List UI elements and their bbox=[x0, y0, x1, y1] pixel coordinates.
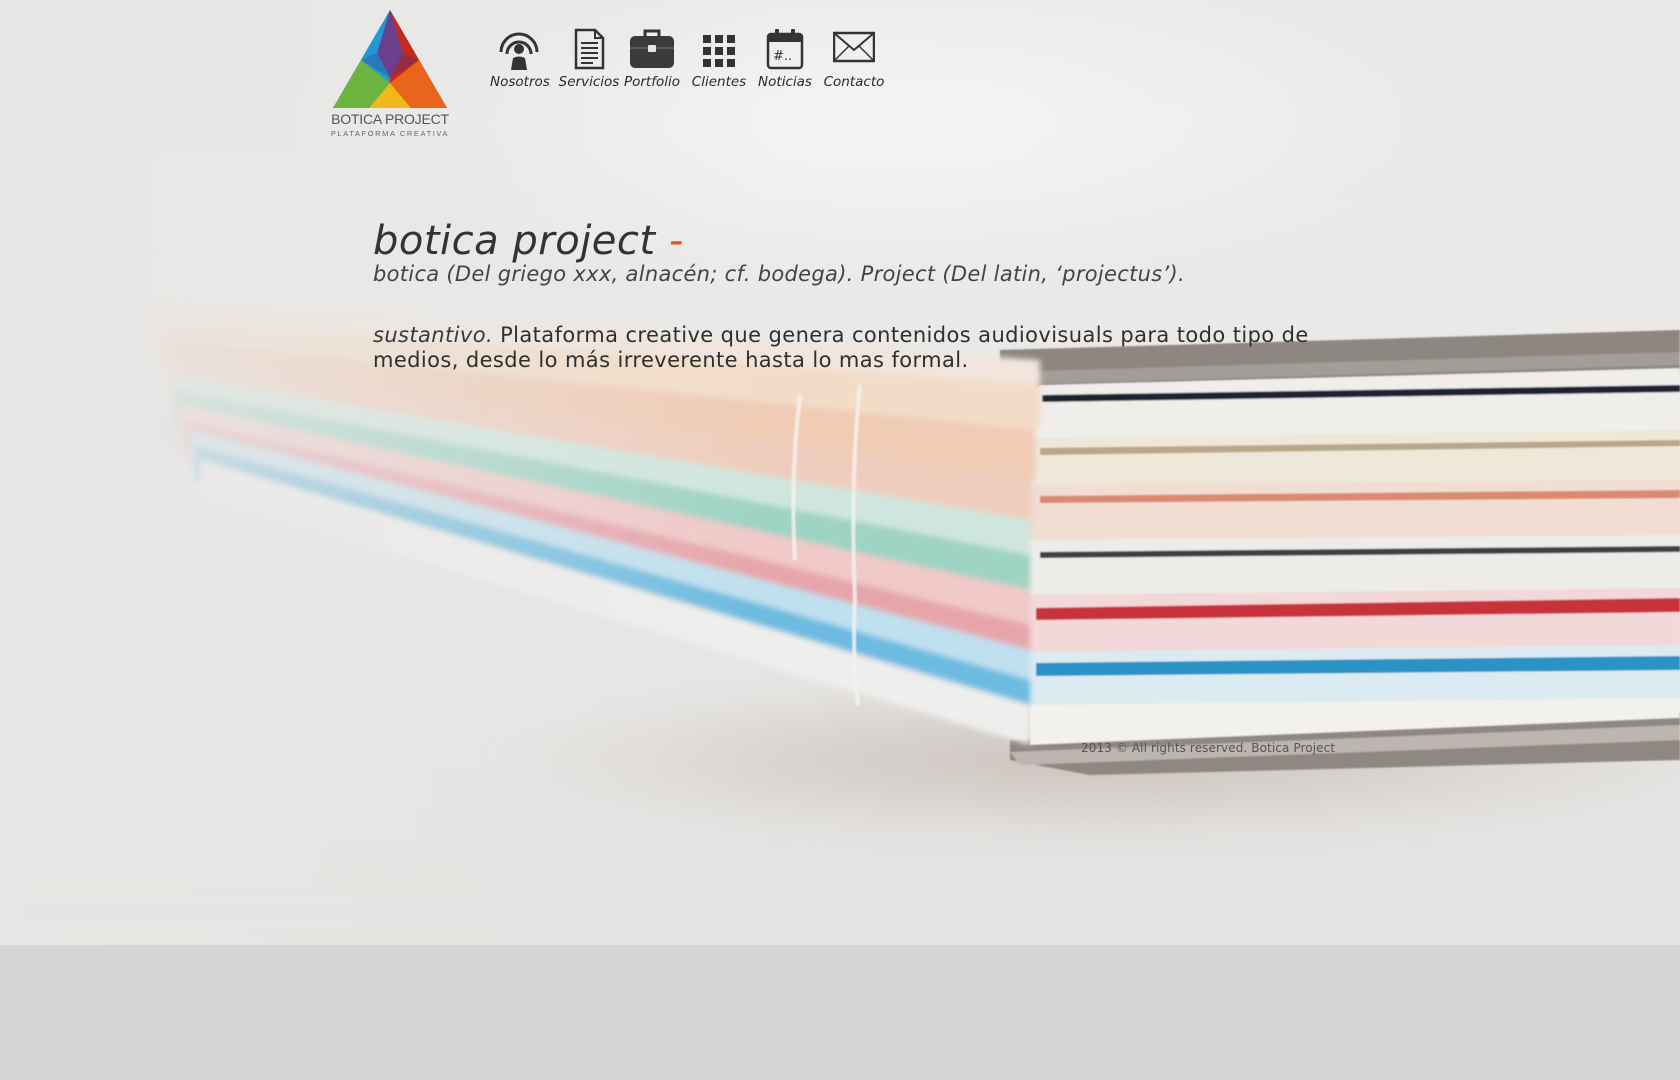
nav-label: Portfolio bbox=[623, 74, 681, 90]
title-dash: - bbox=[668, 218, 684, 264]
svg-text:#..: #.. bbox=[773, 49, 792, 64]
podcast-person-icon bbox=[499, 32, 539, 70]
nav-item-contacto[interactable]: Contacto bbox=[822, 28, 886, 90]
logo-wordmark: BOTICA PROJECT bbox=[331, 111, 449, 127]
copyright-footer: 2013 © All rights reserved. Botica Proje… bbox=[1081, 741, 1336, 755]
page-title: botica project - bbox=[373, 218, 684, 264]
nav-item-nosotros[interactable]: Nosotros bbox=[490, 28, 550, 90]
logo-tagline: PLATAFORMA CREATIVA bbox=[330, 129, 450, 138]
nav-label: Nosotros bbox=[490, 74, 550, 90]
grid-icon bbox=[703, 35, 735, 67]
nav-label: Noticias bbox=[758, 74, 812, 90]
title-text: botica project bbox=[373, 218, 656, 264]
hero-background: BOTICA PROJECT PLATAFORMA CREATIVA Nosot… bbox=[0, 0, 1680, 945]
definition-text: Plataforma creative que genera contenido… bbox=[373, 323, 1309, 372]
nav-label: Clientes bbox=[691, 74, 747, 90]
book-stack-photo bbox=[0, 0, 1680, 945]
triangle-logo-icon bbox=[333, 10, 447, 108]
nav-label: Contacto bbox=[823, 74, 885, 90]
envelope-icon bbox=[833, 31, 875, 63]
nav-label: Servicios bbox=[558, 74, 620, 90]
nav-item-servicios[interactable]: Servicios bbox=[558, 28, 620, 90]
calendar-hashtag-icon: #.. bbox=[766, 29, 804, 70]
definition-paragraph: sustantivo. Plataforma creative que gene… bbox=[373, 323, 1313, 373]
nav-item-noticias[interactable]: #.. Noticias bbox=[756, 28, 814, 90]
nav-item-portfolio[interactable]: Portfolio bbox=[623, 28, 681, 90]
document-icon bbox=[574, 28, 605, 70]
etymology-text: botica (Del griego xxx, alnacén; cf. bod… bbox=[373, 262, 1185, 286]
nav-item-clientes[interactable]: Clientes bbox=[690, 28, 748, 90]
botica-logo[interactable]: BOTICA PROJECT PLATAFORMA CREATIVA bbox=[329, 8, 451, 140]
part-of-speech: sustantivo. bbox=[373, 323, 494, 347]
briefcase-icon bbox=[630, 29, 674, 68]
